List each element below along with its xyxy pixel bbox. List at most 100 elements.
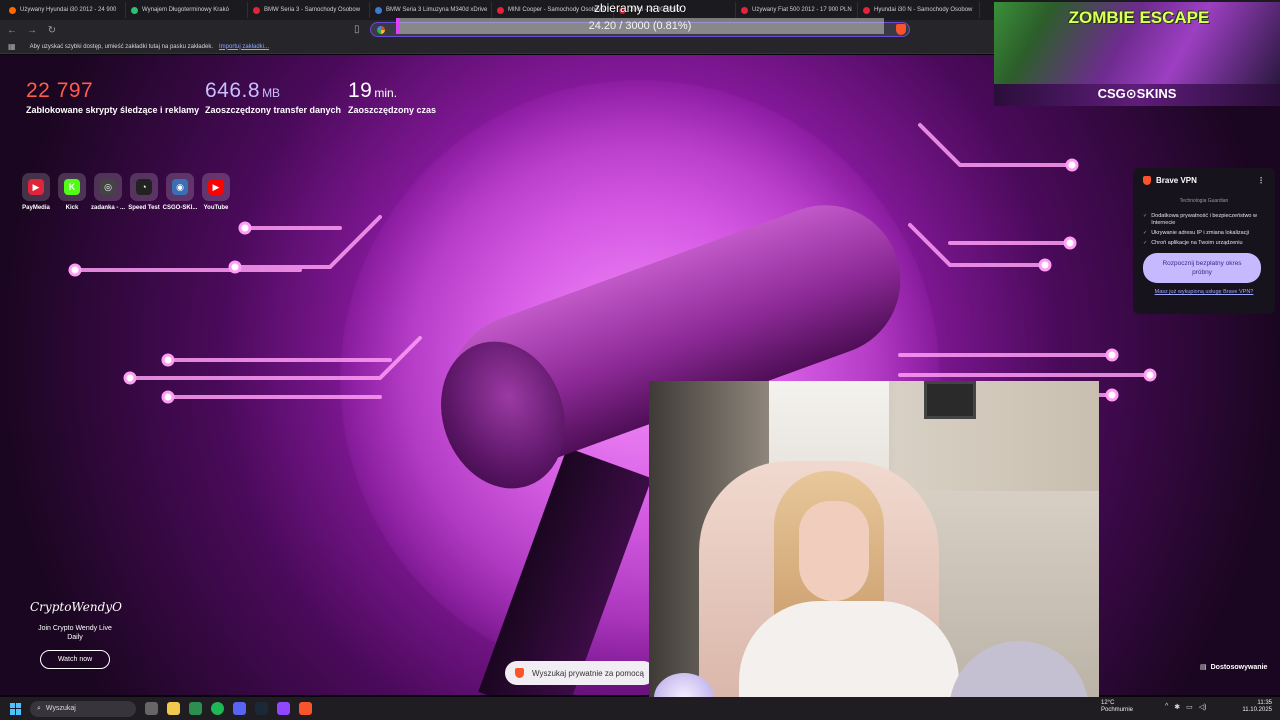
tab-favicon-icon bbox=[497, 6, 504, 14]
task-view-icon[interactable] bbox=[145, 702, 158, 715]
top-site-icon: ◔ bbox=[130, 173, 158, 201]
forward-icon[interactable]: → bbox=[24, 22, 40, 38]
browser-tab[interactable]: BMW Seria 3 Limuzyna M340d xDrive bbox=[370, 2, 492, 18]
import-bookmarks-link[interactable]: Importuj zakładki... bbox=[219, 44, 269, 50]
browser-tab[interactable]: BMW Seria 3 - Samochody Osobow bbox=[248, 2, 370, 18]
start-trial-button[interactable]: Rozpocznij bezpłatny okres próbny bbox=[1143, 253, 1261, 283]
top-site-label: PayMedia bbox=[22, 205, 50, 211]
circuit-node bbox=[1143, 368, 1157, 382]
circuit-node bbox=[1105, 388, 1119, 402]
top-site-tile[interactable]: ▶ YouTube bbox=[202, 173, 230, 211]
stat-bandwidth: 646.8 MB Zaoszczędzony transfer danych bbox=[205, 79, 341, 115]
bookmarks-hint: Aby uzyskać szybki dostęp, umieść zakład… bbox=[29, 43, 213, 50]
circuit-node bbox=[228, 260, 242, 274]
top-site-tile[interactable]: ▶ PayMedia bbox=[22, 173, 50, 211]
vpn-feature: Ukrywanie adresu IP i zmiana lokalizacji bbox=[1143, 230, 1265, 237]
top-site-tile[interactable]: ◉ CSGO-SKI... bbox=[163, 173, 197, 211]
vpn-feature: Dodatkowa prywatność i bezpieczeństwo w … bbox=[1143, 213, 1265, 227]
goal-title: zbieramy na auto bbox=[593, 1, 687, 15]
taskbar: ⌕ Wyszukaj bbox=[0, 697, 1280, 720]
stat-trackers: 22 797 Zablokowane skrypty śledzące i re… bbox=[26, 79, 199, 115]
chevron-up-icon[interactable]: ^ bbox=[1165, 703, 1168, 711]
screen: Używany Hyundai i30 2012 - 24 900 Wynajem… bbox=[0, 0, 1280, 720]
store-icon[interactable] bbox=[189, 702, 202, 715]
google-icon bbox=[377, 25, 385, 34]
more-options-icon[interactable]: ⋮ bbox=[1257, 176, 1265, 185]
cam-person-face bbox=[799, 501, 869, 601]
bookmark-icon[interactable]: ▯ bbox=[354, 24, 360, 35]
network-icon[interactable]: ▭ bbox=[1186, 703, 1193, 711]
browser-tab[interactable]: Hyundai i30 N - Samochody Osobow bbox=[858, 2, 980, 18]
tab-label: BMW Seria 3 Limuzyna M340d xDrive bbox=[386, 7, 488, 13]
vpn-title: Brave VPN bbox=[1156, 176, 1197, 185]
watch-now-button[interactable]: Watch now bbox=[40, 650, 110, 669]
steam-icon[interactable] bbox=[255, 702, 268, 715]
brave-vpn-card: Brave VPN ⋮ Technologia Guardian Dodatko… bbox=[1133, 168, 1275, 314]
circuit-line bbox=[918, 123, 1074, 167]
tab-favicon-icon bbox=[863, 6, 870, 14]
top-site-icon: ◉ bbox=[166, 173, 194, 201]
vpn-technology: Technologia Guardian bbox=[1179, 198, 1229, 204]
reload-icon[interactable]: ↻ bbox=[44, 22, 60, 38]
search-icon: ⌕ bbox=[37, 704, 41, 712]
sponsor-logo[interactable]: CryptoWendyO bbox=[30, 600, 122, 614]
private-search-box[interactable]: Wyszukaj prywatnie za pomocą bbox=[505, 661, 655, 685]
stat-label: Zaoszczędzony transfer danych bbox=[205, 105, 342, 115]
site-glyph-icon: K bbox=[64, 179, 80, 195]
volume-icon[interactable]: ◁) bbox=[1199, 703, 1207, 711]
sponsor-ad[interactable]: ZOMBIE ESCAPE CSG⊙SKINS bbox=[994, 2, 1280, 106]
top-site-tile[interactable]: ◎ zadanka - ... bbox=[91, 173, 125, 211]
goal-progress-bar: 24.20 / 3000 (0.81%) bbox=[396, 18, 884, 34]
circuit-node bbox=[161, 353, 175, 367]
file-explorer-icon[interactable] bbox=[167, 702, 180, 715]
customize-button[interactable]: ▤ Dostosowywanie bbox=[1200, 663, 1268, 672]
already-purchased-link[interactable]: Masz już wykupioną usługę Brave VPN? bbox=[1143, 289, 1265, 295]
bluetooth-icon[interactable]: ✱ bbox=[1174, 703, 1180, 711]
tab-favicon-icon bbox=[131, 6, 138, 14]
stat-time: 19 min. Zaoszczędzony czas bbox=[348, 79, 436, 115]
goal-progress-fill bbox=[396, 18, 400, 34]
site-glyph-icon: ◔ bbox=[136, 179, 152, 195]
browser-tab[interactable]: Używany Fiat 500 2012 - 17 900 PLN bbox=[736, 2, 858, 18]
browser-tab[interactable]: Używany Hyundai i30 2012 - 24 900 bbox=[4, 2, 126, 18]
taskbar-search[interactable]: ⌕ Wyszukaj bbox=[30, 700, 136, 717]
apps-grid-icon[interactable]: ▦ bbox=[8, 42, 16, 51]
stat-unit: min. bbox=[374, 86, 398, 100]
webcam-feed bbox=[649, 381, 1099, 720]
back-icon[interactable]: ← bbox=[4, 22, 20, 38]
discord-icon[interactable] bbox=[233, 702, 246, 715]
top-site-icon: ◎ bbox=[94, 173, 122, 201]
tab-label: Hyundai i30 N - Samochody Osobow bbox=[874, 7, 973, 13]
top-site-icon: ▶ bbox=[22, 173, 50, 201]
brave-shield-icon[interactable] bbox=[896, 24, 906, 35]
stat-label: Zablokowane skrypty śledzące i reklamy bbox=[26, 105, 200, 115]
windows-start-icon[interactable] bbox=[10, 702, 22, 715]
system-tray: ^ ✱ ▭ ◁) bbox=[1165, 703, 1207, 711]
brave-lion-icon bbox=[515, 668, 524, 678]
top-site-label: Speed Test bbox=[128, 205, 160, 211]
top-site-tile[interactable]: ◔ Speed Test bbox=[128, 173, 160, 211]
stat-value: 19 bbox=[348, 79, 373, 102]
site-glyph-icon: ▶ bbox=[208, 179, 224, 195]
browser-tab[interactable]: Wynajem Długoterminowy Krakó bbox=[126, 2, 248, 18]
tab-label: Używany Hyundai i30 2012 - 24 900 bbox=[20, 7, 117, 13]
brave-icon[interactable] bbox=[299, 702, 312, 715]
top-site-label: CSGO-SKI... bbox=[162, 205, 198, 211]
twitch-icon[interactable] bbox=[277, 702, 290, 715]
tab-label: BMW Seria 3 - Samochody Osobow bbox=[264, 7, 361, 13]
top-site-icon: K bbox=[58, 173, 86, 201]
stat-unit: MB bbox=[262, 86, 281, 100]
customize-label: Dostosowywanie bbox=[1210, 663, 1268, 671]
cam-picture-frame bbox=[924, 381, 976, 419]
spotify-icon[interactable] bbox=[211, 702, 224, 715]
clock[interactable]: 11:35 11.10.2025 bbox=[1240, 700, 1272, 714]
search-placeholder: Wyszukaj prywatnie za pomocą bbox=[532, 668, 644, 678]
ad-brand: CSG⊙SKINS bbox=[1097, 86, 1177, 101]
weather-widget[interactable]: 12°C Pochmurnie bbox=[1101, 700, 1133, 714]
tab-label: Używany Fiat 500 2012 - 17 900 PLN bbox=[752, 7, 852, 13]
circuit-node bbox=[123, 371, 137, 385]
vpn-shield-icon bbox=[1143, 176, 1151, 185]
top-site-label: Kick bbox=[65, 205, 79, 211]
tab-favicon-icon bbox=[375, 6, 382, 14]
top-site-tile[interactable]: K Kick bbox=[58, 173, 86, 211]
